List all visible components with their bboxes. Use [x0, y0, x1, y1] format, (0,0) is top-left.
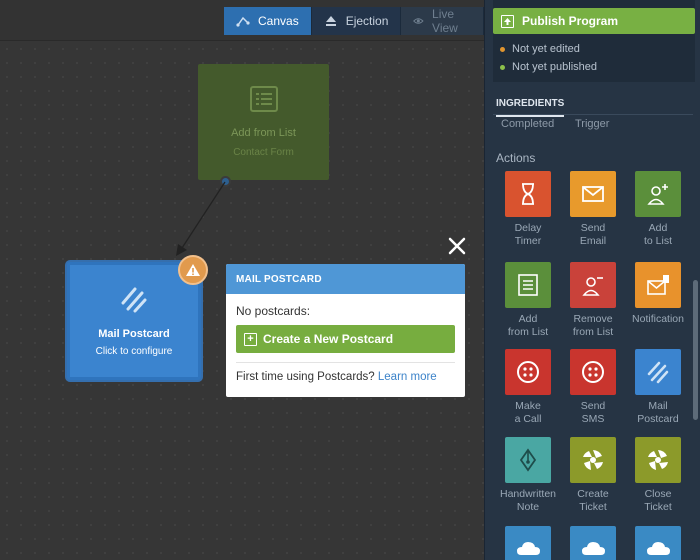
action-tile-label: Send Email: [579, 222, 607, 247]
postcard-icon: [635, 349, 681, 395]
action-tile[interactable]: Remove from List: [563, 262, 623, 339]
eject-icon: [325, 16, 336, 26]
action-tile-label: Mail Postcard: [637, 400, 679, 425]
action-tile-label: Close Ticket: [644, 488, 672, 513]
trigger-label: Trigger: [575, 118, 610, 130]
eye-icon: [413, 18, 424, 24]
close-icon[interactable]: [447, 236, 467, 256]
mail-postcard-popup: MAIL POSTCARD No postcards: + Create a N…: [226, 264, 465, 397]
remove-user-icon: [570, 262, 616, 308]
action-tile[interactable]: Send SMS: [563, 349, 623, 426]
divider: [493, 114, 693, 115]
list-icon: [505, 262, 551, 308]
actions-heading: Actions: [496, 151, 536, 165]
popup-title: MAIL POSTCARD: [226, 264, 465, 294]
canvas-flow-icon: [236, 16, 250, 27]
learn-more-link[interactable]: Learn more: [378, 371, 437, 383]
node-add-from-list[interactable]: Add from List Contact Form: [198, 64, 329, 180]
create-postcard-label: Create a New Postcard: [263, 332, 394, 346]
divider: [236, 362, 455, 363]
first-time-text: First time using Postcards? Learn more: [236, 371, 455, 383]
status-dot: [500, 64, 505, 70]
upload-icon: [501, 14, 514, 28]
tab-live-view[interactable]: Live View: [401, 7, 484, 35]
action-tile[interactable]: [628, 526, 688, 560]
status-dot: [500, 46, 505, 52]
first-time-prompt: First time using Postcards?: [236, 371, 375, 383]
action-tile-label: Add to List: [643, 222, 672, 247]
plus-icon: +: [244, 332, 257, 346]
notification-icon: [635, 262, 681, 308]
action-tile[interactable]: Add to List: [628, 171, 688, 248]
sms-icon: [570, 349, 616, 395]
action-tile[interactable]: Close Ticket: [628, 437, 688, 514]
action-tile-label: Add from List: [507, 313, 549, 338]
action-tile[interactable]: Delay Timer: [498, 171, 558, 248]
add-user-icon: [635, 171, 681, 217]
panel-scrollbar[interactable]: [693, 280, 698, 420]
publish-program-label: Publish Program: [522, 14, 619, 28]
hourglass-icon: [505, 171, 551, 217]
node-add-from-list-subtitle: Contact Form: [233, 147, 294, 158]
action-tile[interactable]: Add from List: [498, 262, 558, 339]
action-tile-label: Notification: [632, 313, 684, 325]
action-tile-label: Send SMS: [580, 400, 606, 425]
action-tile-label: Make a Call: [514, 400, 542, 425]
ingredients-panel: Publish Program Not yet edited Not yet p…: [484, 0, 700, 560]
action-tile-label: Handwritten Note: [499, 488, 557, 513]
status-not-edited: Not yet edited: [500, 43, 580, 55]
zendesk-icon: [635, 437, 681, 483]
node-add-from-list-title: Add from List: [231, 127, 296, 139]
warning-icon: [186, 264, 200, 276]
tab-canvas[interactable]: Canvas: [224, 7, 312, 35]
action-tile[interactable]: Make a Call: [498, 349, 558, 426]
zendesk-icon: [570, 437, 616, 483]
status-text: Not yet published: [512, 61, 597, 73]
status-text: Not yet edited: [512, 43, 580, 55]
completed-label: Completed: [501, 118, 555, 130]
status-not-published: Not yet published: [500, 61, 597, 73]
action-tile[interactable]: Create Ticket: [563, 437, 623, 514]
warning-badge[interactable]: [178, 255, 208, 285]
action-tile-label: Remove from List: [572, 313, 614, 338]
pen-nib-icon: [505, 437, 551, 483]
create-postcard-button[interactable]: + Create a New Postcard: [236, 325, 455, 353]
phone-icon: [505, 349, 551, 395]
list-icon: [249, 86, 278, 112]
action-tile[interactable]: [563, 526, 623, 560]
action-tile[interactable]: Mail Postcard: [628, 349, 688, 426]
tab-canvas-label: Canvas: [258, 14, 299, 28]
action-tile-label: Create Ticket: [577, 488, 609, 513]
action-tile-label: Delay Timer: [514, 222, 542, 247]
tab-ejection[interactable]: Ejection: [311, 7, 402, 35]
action-tile[interactable]: [498, 526, 558, 560]
action-tile[interactable]: Send Email: [563, 171, 623, 248]
postcard-icon: [121, 287, 147, 313]
action-tile[interactable]: Notification: [628, 262, 688, 326]
no-postcards-text: No postcards:: [236, 304, 311, 318]
tab-live-view-label: Live View: [432, 7, 458, 35]
node-output-port[interactable]: [220, 176, 231, 187]
cloud-icon: [570, 526, 616, 560]
node-mail-postcard-title: Mail Postcard: [98, 328, 170, 340]
tab-ejection-label: Ejection: [345, 14, 389, 28]
canvas-toolbar: Canvas Ejection Live View: [0, 0, 484, 41]
cloud-icon: [635, 526, 681, 560]
cloud-icon: [505, 526, 551, 560]
envelope-icon: [570, 171, 616, 217]
node-mail-postcard-subtitle: Click to configure: [95, 346, 173, 357]
action-tile[interactable]: Handwritten Note: [498, 437, 558, 514]
view-tabs: Canvas Ejection Live View: [224, 7, 484, 35]
publish-program-button[interactable]: Publish Program: [493, 8, 695, 34]
